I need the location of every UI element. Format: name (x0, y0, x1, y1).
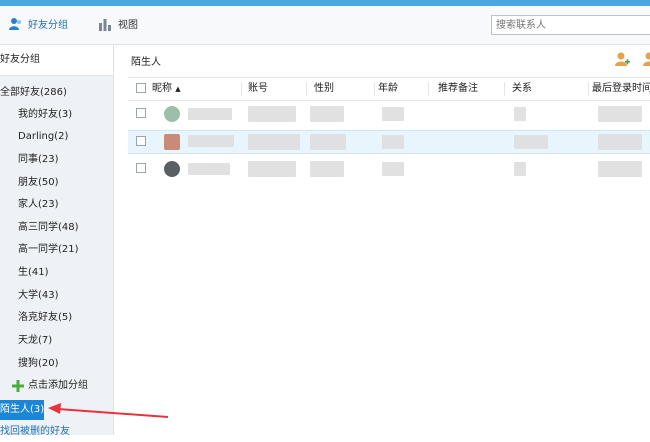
sidebar: 好友分组 全部好友(286) 我的好友(3) Darling(2) 同事(23)… (0, 45, 114, 435)
table-row[interactable] (128, 103, 650, 125)
column-divider (588, 82, 589, 96)
column-relation[interactable]: 关系 (512, 78, 532, 100)
main-panel: 陌生人 昵称 ▲ 账号 性别 年龄 推荐备注 关系 最后登录时间 (114, 45, 650, 435)
redacted-age (382, 107, 404, 121)
redacted-last-login (598, 161, 642, 177)
sidebar-group-item[interactable]: 生(41) (18, 263, 49, 283)
redacted-account (248, 106, 296, 122)
column-divider (241, 82, 242, 96)
annotation-arrow (48, 402, 170, 420)
redacted-age (382, 135, 404, 149)
avatar (164, 161, 180, 177)
redacted-gender (310, 161, 344, 177)
sidebar-group-item[interactable]: 大学(43) (18, 286, 59, 306)
recover-deleted-friends-link[interactable]: 找回被删的好友 (0, 422, 70, 442)
redacted-gender (310, 106, 344, 122)
contacts-icon (8, 17, 22, 31)
column-last-login[interactable]: 最后登录时间 (592, 78, 650, 100)
add-group-label: 点击添加分组 (28, 376, 88, 396)
add-contact-icon[interactable] (614, 51, 630, 67)
redacted-last-login (598, 106, 642, 122)
redacted-relation (514, 107, 526, 121)
redacted-account (248, 161, 296, 177)
redacted-relation (514, 135, 548, 149)
redacted-nickname (188, 135, 234, 147)
contacts-table-header: 昵称 ▲ 账号 性别 年龄 推荐备注 关系 最后登录时间 (128, 77, 650, 101)
sort-ascending-icon: ▲ (175, 85, 180, 93)
sidebar-group-item[interactable]: 我的好友(3) (18, 105, 72, 125)
redacted-age (382, 162, 404, 176)
column-nickname-label: 昵称 (152, 83, 172, 94)
plus-icon (12, 380, 24, 392)
column-divider (306, 82, 307, 96)
groups-tab-label: 好友分组 (28, 16, 68, 31)
remove-contact-icon[interactable] (642, 51, 650, 67)
sidebar-group-item[interactable]: 朋友(50) (18, 173, 59, 193)
groups-tab[interactable]: 好友分组 (8, 16, 68, 31)
column-divider (428, 82, 429, 96)
sidebar-group-item[interactable]: 高一同学(21) (18, 240, 79, 260)
view-tab[interactable]: 视图 (98, 16, 138, 31)
sidebar-group-item[interactable]: Darling(2) (18, 127, 68, 147)
redacted-account (248, 134, 300, 150)
sidebar-group-item[interactable]: 洛克好友(5) (18, 308, 72, 328)
sidebar-group-item[interactable]: 同事(23) (18, 150, 59, 170)
search-input[interactable] (491, 15, 650, 35)
column-gender[interactable]: 性别 (314, 78, 334, 100)
redacted-relation (514, 162, 526, 176)
page-title: 陌生人 (131, 53, 161, 68)
column-divider (504, 82, 505, 96)
row-checkbox[interactable] (136, 163, 146, 173)
column-account[interactable]: 账号 (248, 78, 268, 100)
sidebar-item-strangers[interactable]: 陌生人(3) (0, 400, 44, 420)
avatar (164, 106, 180, 122)
row-checkbox[interactable] (136, 136, 146, 146)
column-nickname[interactable]: 昵称 ▲ (152, 78, 181, 100)
column-divider (374, 82, 375, 96)
sidebar-group-item[interactable]: 搜狗(20) (18, 354, 59, 374)
redacted-last-login (598, 134, 642, 150)
bar-chart-icon (98, 17, 112, 31)
add-group-button[interactable]: 点击添加分组 (12, 376, 88, 396)
toolbar: 好友分组 视图 (0, 6, 650, 45)
header-actions (614, 51, 650, 67)
select-all-checkbox[interactable] (136, 83, 146, 93)
sidebar-group-item[interactable]: 高三同学(48) (18, 218, 79, 238)
sidebar-item-all-friends[interactable]: 全部好友(286) (0, 83, 67, 103)
table-row[interactable] (128, 158, 650, 180)
view-tab-label: 视图 (118, 16, 138, 31)
column-recommend-note[interactable]: 推荐备注 (438, 78, 478, 100)
redacted-nickname (188, 108, 232, 120)
table-row[interactable] (128, 130, 650, 154)
redacted-gender (310, 134, 346, 150)
sidebar-group-item[interactable]: 家人(23) (18, 195, 59, 215)
sidebar-title: 好友分组 (0, 45, 113, 76)
row-checkbox[interactable] (136, 108, 146, 118)
avatar (164, 134, 180, 150)
column-age[interactable]: 年龄 (378, 78, 398, 100)
redacted-nickname (188, 163, 230, 175)
sidebar-group-item[interactable]: 天龙(7) (18, 331, 52, 351)
